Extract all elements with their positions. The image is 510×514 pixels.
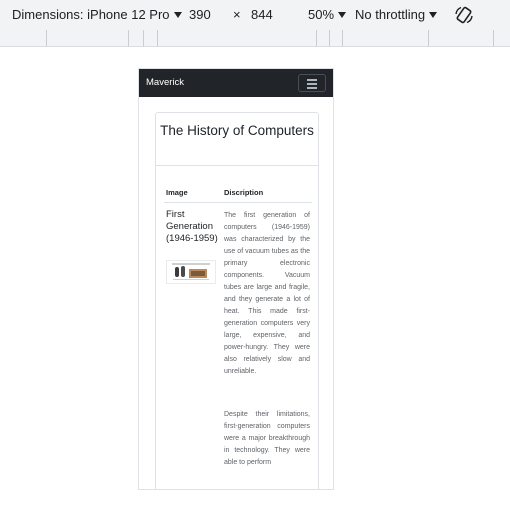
ruler-tick — [128, 30, 129, 46]
zoom-value: 50% — [308, 7, 335, 22]
device-viewport[interactable]: Maverick The History of Computers Image … — [138, 68, 334, 490]
rotate-icon[interactable] — [454, 5, 474, 25]
media-query-ruler[interactable] — [0, 30, 510, 47]
table-header-divider — [164, 202, 312, 203]
chevron-down-icon — [173, 11, 182, 18]
width-value: 390 — [189, 7, 211, 22]
row-title: First Generation (1946-1959) — [166, 209, 218, 244]
table-header-image: Image — [166, 188, 188, 197]
zoom-select[interactable]: 50% — [308, 7, 347, 22]
throttling-value: No throttling — [355, 7, 426, 22]
ruler-tick — [329, 30, 330, 46]
history-card: The History of Computers Image Discripti… — [155, 112, 319, 489]
card-title: The History of Computers — [156, 113, 318, 166]
vacuum-tube-photo — [166, 260, 216, 284]
navbar-brand[interactable]: Maverick — [146, 77, 184, 88]
ruler-tick — [143, 30, 144, 46]
description-paragraph-1: The first generation of computers (1946-… — [224, 212, 310, 375]
table-header-description: Discription — [224, 188, 264, 197]
times-symbol: × — [233, 7, 241, 22]
chevron-down-icon — [429, 11, 438, 18]
height-input[interactable]: 844 — [251, 7, 273, 22]
device-select-label: Dimensions: iPhone 12 Pro — [12, 7, 170, 22]
hamburger-menu-icon[interactable] — [298, 74, 326, 92]
dimension-separator: × — [233, 7, 241, 22]
description-paragraph-2: Despite their limitations, first-generat… — [224, 411, 310, 466]
ruler-tick — [316, 30, 317, 46]
throttling-select[interactable]: No throttling — [355, 7, 438, 22]
height-value: 844 — [251, 7, 273, 22]
devtools-device-toolbar: Dimensions: iPhone 12 Pro 390 × 844 50% … — [0, 0, 510, 31]
width-input[interactable]: 390 — [189, 7, 211, 22]
site-navbar: Maverick — [139, 69, 333, 97]
chevron-down-icon — [338, 11, 347, 18]
ruler-tick — [342, 30, 343, 46]
ruler-tick — [46, 30, 47, 46]
ruler-tick — [493, 30, 494, 46]
ruler-tick — [157, 30, 158, 46]
ruler-tick — [428, 30, 429, 46]
device-select[interactable]: Dimensions: iPhone 12 Pro — [12, 7, 182, 22]
